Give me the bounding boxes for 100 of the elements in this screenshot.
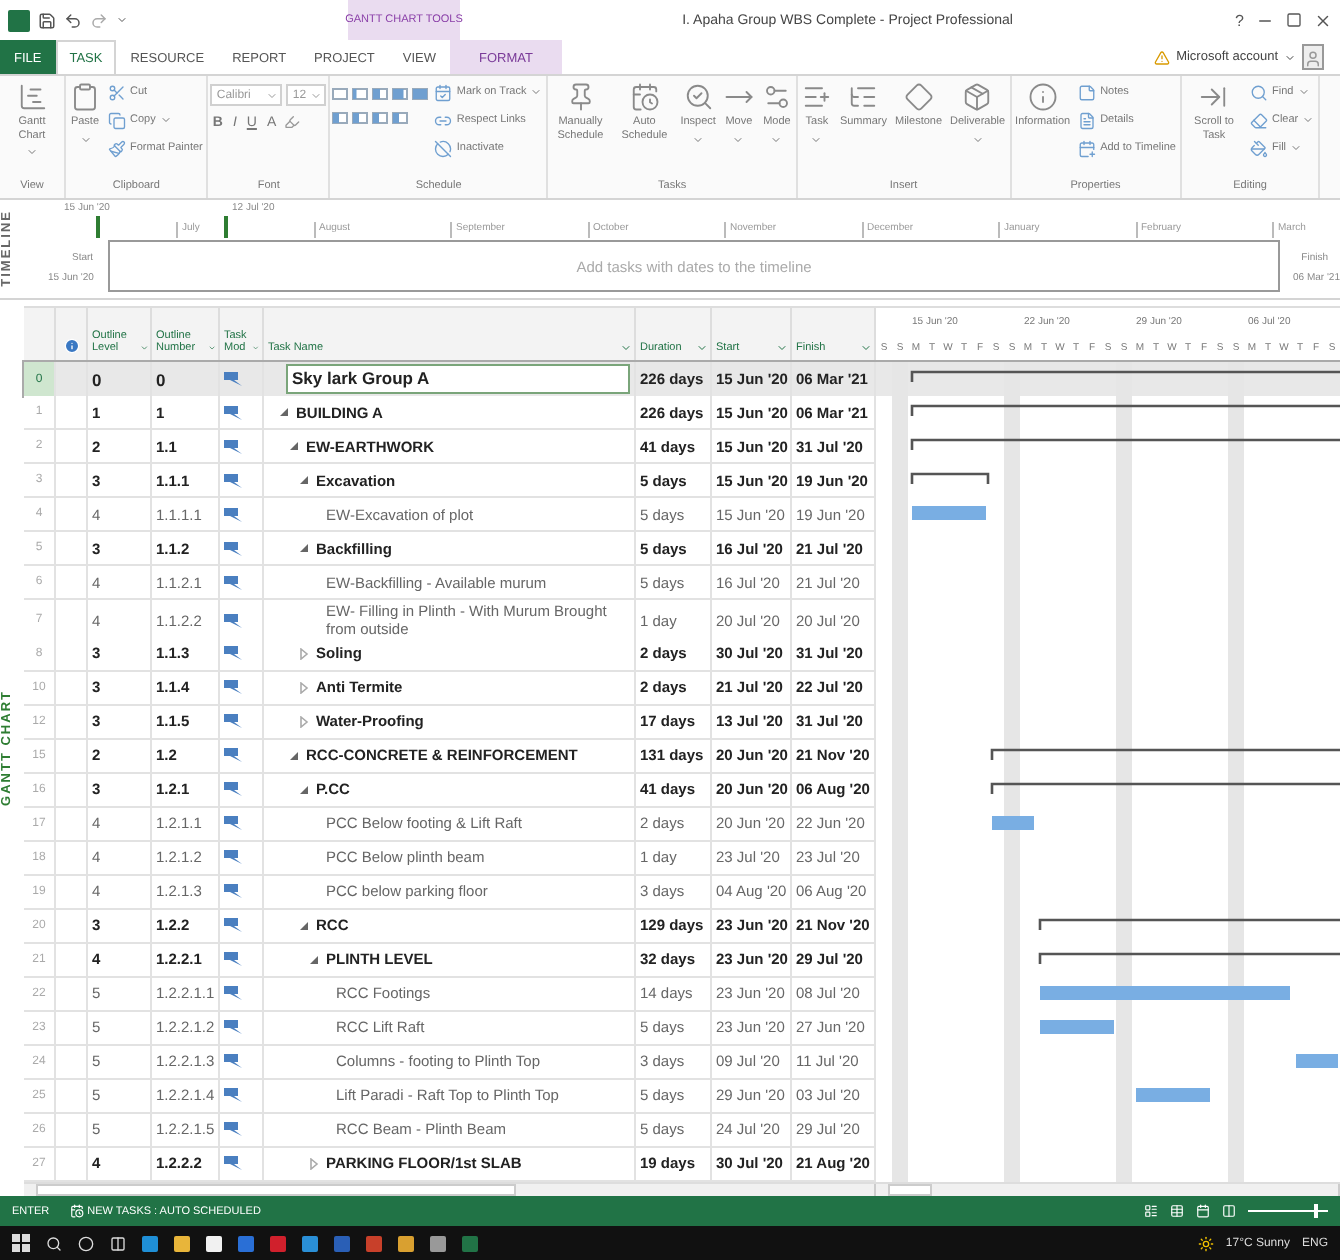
windows-logo[interactable]	[12, 1234, 30, 1252]
task-mode-icon	[224, 613, 242, 627]
task-mode-icon	[224, 575, 242, 589]
expand-toggle-icon[interactable]	[298, 715, 310, 728]
progress-button[interactable]	[372, 86, 389, 102]
summary-bar	[910, 472, 990, 484]
task-mode-icon	[224, 372, 242, 386]
eraser-icon	[1249, 111, 1268, 129]
caret-icon	[776, 342, 788, 354]
calendar-view-icon[interactable]	[1196, 1204, 1210, 1218]
weather-icon	[1197, 1235, 1214, 1251]
package-icon	[962, 82, 993, 112]
progress-button[interactable]	[392, 86, 409, 102]
caret-icon	[310, 89, 323, 101]
progress-button[interactable]	[352, 86, 369, 102]
save-icon[interactable]	[38, 11, 56, 29]
sliders-icon	[761, 82, 792, 112]
progress-button[interactable]	[372, 110, 389, 126]
caret-icon	[620, 342, 632, 354]
task-mode-icon	[224, 1156, 242, 1171]
collapse-toggle-icon[interactable]	[298, 783, 310, 796]
collapse-toggle-icon[interactable]	[288, 749, 300, 762]
table-cell: 0	[156, 369, 166, 389]
table-cell: 0	[92, 369, 102, 389]
task-mode-icon	[224, 986, 242, 1001]
close-icon[interactable]	[1314, 11, 1332, 29]
calendar-clock-icon	[69, 1204, 84, 1218]
progress-bar-icon	[352, 88, 369, 100]
task-mode-icon	[224, 952, 242, 967]
caret-icon	[159, 114, 172, 126]
app-logo	[8, 9, 30, 31]
expand-toggle-icon[interactable]	[308, 1157, 320, 1170]
help-button[interactable]: ?	[1235, 11, 1244, 29]
pin-icon	[565, 82, 596, 112]
caret-icon	[1297, 86, 1310, 98]
collapse-toggle-icon[interactable]	[288, 440, 300, 452]
task-bar	[912, 506, 986, 520]
task-mode-icon	[224, 507, 242, 521]
task-bar	[1136, 1087, 1210, 1102]
task-mode-icon	[224, 816, 242, 831]
calendar-plus-icon	[1078, 139, 1097, 157]
caret-icon	[26, 146, 38, 158]
task-mode-icon	[224, 1054, 242, 1069]
task-mode-icon	[224, 439, 242, 453]
search-icon[interactable]	[46, 1235, 62, 1251]
task-mode-icon	[224, 884, 242, 899]
expand-toggle-icon[interactable]	[298, 681, 310, 694]
task-name-field[interactable]: Sky lark Group A	[286, 364, 630, 394]
task-mode-icon	[224, 748, 242, 763]
progress-bar-icon	[352, 112, 369, 124]
caret-icon	[971, 133, 984, 145]
progress-button[interactable]	[352, 110, 369, 126]
columns-view-icon[interactable]	[1222, 1204, 1236, 1218]
progress-bar-icon	[372, 88, 389, 100]
progress-bar-icon	[392, 112, 409, 124]
restore-icon[interactable]	[1286, 12, 1302, 28]
expand-toggle-icon[interactable]	[298, 647, 310, 660]
collapse-toggle-icon[interactable]	[308, 953, 320, 966]
collapse-toggle-icon[interactable]	[278, 406, 290, 418]
gantt-view-icon[interactable]	[1144, 1204, 1158, 1218]
task-bar	[1040, 1019, 1114, 1034]
magnifier-check-icon	[683, 82, 714, 112]
progress-bar-icon	[372, 112, 389, 124]
avatar-icon	[1302, 44, 1324, 70]
task-mode-icon	[224, 782, 242, 797]
task-mode-icon	[224, 405, 242, 419]
task-mode-icon	[224, 1020, 242, 1035]
collapse-toggle-icon[interactable]	[298, 919, 310, 932]
highlighter-icon	[284, 114, 301, 130]
collapse-toggle-icon[interactable]	[298, 474, 310, 486]
task-mode-icon	[224, 541, 242, 555]
indicator-icon	[63, 338, 79, 354]
progress-button[interactable]	[412, 86, 429, 102]
caret-icon	[79, 133, 91, 145]
task-mode-icon	[224, 1122, 242, 1137]
task-mode-icon	[224, 918, 242, 933]
collapse-toggle-icon[interactable]	[298, 542, 310, 554]
progress-button[interactable]	[332, 110, 349, 126]
progress-bar-icon	[332, 88, 349, 100]
list-tree-icon	[848, 82, 879, 112]
caret-icon	[116, 14, 128, 26]
copy-icon	[108, 111, 126, 129]
task-bar	[1296, 1053, 1338, 1068]
clipboard-icon	[70, 82, 100, 112]
progress-button[interactable]	[392, 110, 409, 126]
table-view-icon[interactable]	[1170, 1204, 1184, 1218]
task-view-icon[interactable]	[110, 1235, 126, 1251]
circle-icon[interactable]	[78, 1235, 94, 1251]
caret-icon	[139, 342, 148, 354]
caret-icon	[692, 133, 705, 145]
warning-icon	[1154, 49, 1171, 65]
task-mode-icon	[224, 850, 242, 865]
task-mode-icon	[224, 1088, 242, 1103]
caret-icon	[266, 89, 279, 101]
arrow-to-line-icon	[1198, 82, 1229, 112]
caret-icon	[1302, 114, 1315, 126]
undo-icon[interactable]	[64, 11, 82, 29]
gantt-chart-icon	[17, 82, 47, 112]
caret-icon	[810, 133, 823, 145]
progress-bar-icon	[332, 112, 349, 124]
